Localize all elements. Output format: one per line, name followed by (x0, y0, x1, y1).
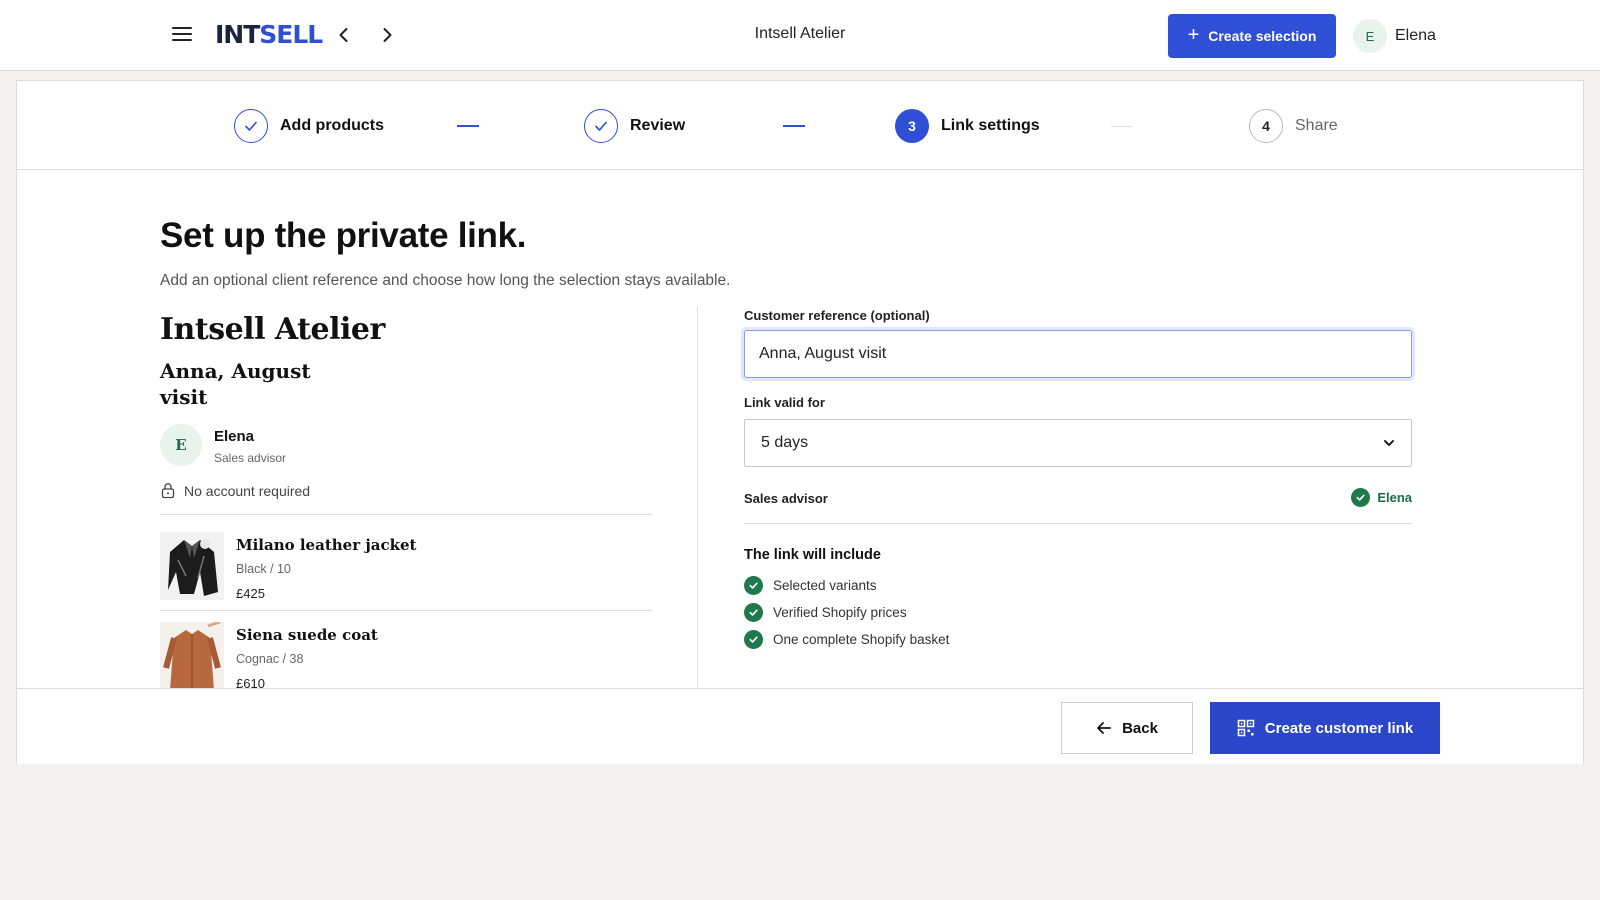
chevron-down-icon (1384, 440, 1394, 446)
product-image (160, 622, 224, 688)
step-share[interactable]: 4 Share (1249, 109, 1338, 143)
include-item-label: Selected variants (773, 578, 877, 593)
step-connector (783, 125, 805, 127)
logo-text-int: INT (215, 20, 260, 49)
user-name[interactable]: Elena (1395, 27, 1436, 45)
include-item: Verified Shopify prices (744, 603, 907, 622)
include-item-label: Verified Shopify prices (773, 605, 907, 620)
account-note: No account required (160, 482, 310, 499)
step-add-products[interactable]: Add products (234, 109, 384, 143)
step-link-settings[interactable]: 3 Link settings (895, 109, 1040, 143)
chevron-right-icon[interactable] (376, 24, 398, 46)
product-variant: Cognac / 38 (236, 652, 304, 666)
sales-advisor-row: Sales advisor Elena (744, 488, 1412, 524)
step-label: Add products (280, 117, 384, 134)
arrow-left-icon (1097, 722, 1111, 734)
check-circle-icon (744, 576, 763, 595)
create-selection-button[interactable]: + Create selection (1168, 14, 1336, 58)
check-icon (234, 109, 268, 143)
sales-advisor-label: Sales advisor (744, 491, 828, 506)
validity-label: Link valid for (744, 395, 825, 410)
customer-reference-input[interactable] (744, 330, 1412, 378)
advisor-avatar: E (160, 424, 202, 466)
product-item: Siena suede coat Cognac / 38 £610 (160, 622, 652, 688)
check-circle-icon (1351, 488, 1371, 507)
step-review[interactable]: Review (584, 109, 685, 143)
sales-advisor-value: Elena (1351, 488, 1412, 507)
step-label: Review (630, 117, 686, 134)
step-number: 3 (895, 109, 929, 143)
product-item: Milano leather jacket Black / 10 £425 (160, 532, 652, 620)
divider (160, 610, 652, 611)
product-name: Siena suede coat (236, 626, 378, 644)
lock-icon (161, 483, 175, 499)
page-subtitle: Add an optional client reference and cho… (160, 272, 731, 289)
content-area: Set up the private link. Add an optional… (17, 170, 1583, 688)
column-divider (697, 306, 698, 688)
back-label: Back (1122, 719, 1158, 737)
include-item: Selected variants (744, 576, 877, 595)
product-price: £610 (236, 676, 265, 688)
product-variant: Black / 10 (236, 562, 291, 576)
include-item: One complete Shopify basket (744, 630, 949, 649)
product-price: £425 (236, 586, 265, 601)
back-button[interactable]: Back (1061, 702, 1193, 754)
create-customer-link-button[interactable]: Create customer link (1210, 702, 1440, 754)
check-circle-icon (744, 603, 763, 622)
app-title: Intsell Atelier (754, 25, 846, 42)
qr-code-icon (1237, 719, 1255, 737)
sales-advisor-name: Elena (1377, 490, 1412, 505)
include-item-label: One complete Shopify basket (773, 632, 950, 647)
user-avatar[interactable]: E (1353, 19, 1387, 53)
divider (160, 514, 652, 515)
advisor-role: Sales advisor (214, 451, 287, 465)
logo-text-sell: SELL (259, 20, 323, 49)
step-connector (457, 125, 479, 127)
product-name: Milano leather jacket (236, 536, 417, 554)
hamburger-menu-icon[interactable] (172, 27, 192, 43)
stepper: Add products Review 3 Link settings 4 Sh… (17, 81, 1583, 170)
validity-value: 5 days (761, 434, 809, 451)
check-circle-icon (744, 630, 763, 649)
shop-name: Intsell Atelier (160, 312, 385, 347)
advisor-name: Elena (214, 428, 255, 445)
step-label: Share (1295, 117, 1338, 134)
plus-icon: + (1187, 24, 1200, 46)
create-customer-link-label: Create customer link (1264, 719, 1414, 737)
step-number: 4 (1249, 109, 1283, 143)
create-selection-label: Create selection (1208, 28, 1317, 44)
top-bar: INTSELL Intsell Atelier + Create selecti… (0, 0, 1600, 71)
page-title: Set up the private link. (160, 216, 527, 255)
includes-title: The link will include (744, 547, 881, 563)
client-reference: Anna, August visit (160, 359, 311, 409)
chevron-left-icon[interactable] (333, 24, 355, 46)
intsell-logo[interactable]: INTSELL (215, 20, 323, 49)
check-icon (584, 109, 618, 143)
step-connector (1111, 126, 1133, 127)
footer-actions: Back Create customer link (17, 688, 1583, 764)
link-validity-select[interactable]: 5 days (744, 419, 1412, 467)
reference-label: Customer reference (optional) (744, 308, 930, 323)
product-image (160, 532, 224, 600)
step-label: Link settings (941, 117, 1040, 134)
wizard-card: Add products Review 3 Link settings 4 Sh… (16, 80, 1584, 764)
account-note-text: No account required (184, 482, 311, 499)
